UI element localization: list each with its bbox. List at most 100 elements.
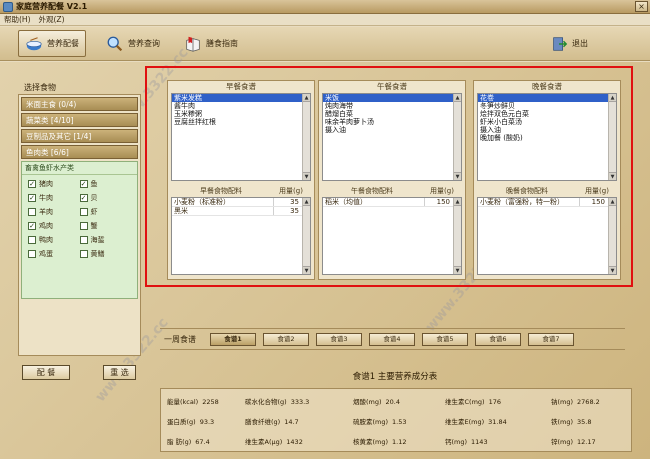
scroll-up-icon[interactable]: ▲ (303, 198, 310, 206)
scroll-down-icon[interactable]: ▼ (609, 172, 616, 180)
lunch-ing-scrollbar[interactable]: ▲ ▼ (453, 198, 461, 274)
nutrition-query-button[interactable]: 营养查询 (100, 30, 166, 57)
lunch-list[interactable]: 米饭 炖肉海带 醋熘白菜 味余羊肉萝卜汤 摄入油 ▲ ▼ (322, 93, 462, 181)
meat-checkbox-item[interactable]: 鸭肉 (28, 235, 80, 245)
dinner-list[interactable]: 花卷 冬笋炒鲜贝 烩拌双色元白菜 虾米小白菜汤 摄入油 晚加餐 (酸奶) ▲ ▼ (477, 93, 617, 181)
reselect-button[interactable]: 重 选 (103, 365, 136, 380)
meal-menus: 早餐食谱 紫米发糕 酱牛肉 玉米糁粥 豆腐丝拌红根 ▲ ▼ 早餐食物配料 用量(g… (145, 71, 633, 293)
tab-menu-2[interactable]: 食谱2 (263, 332, 309, 346)
meat-subgroup: 畜禽鱼虾水产类 ✓ 猪肉 ✓ 鱼 ✓ 牛肉 ✓ 贝 羊肉 虾 ✓ 鸡肉 蟹 鸭肉 海蜇 鸡… (21, 161, 138, 299)
meat-checkbox-item[interactable]: 黄鳝 (79, 249, 132, 259)
menu-help[interactable]: 帮助(H) (4, 14, 31, 25)
meat-checkbox-item[interactable]: ✓ 贝 (79, 193, 132, 203)
lunch-ing-title: 午餐食物配料 (351, 187, 393, 195)
list-item[interactable]: 晚加餐 (酸奶) (478, 134, 616, 142)
dinner-qty-title: 用量(g) (585, 187, 609, 195)
list-item[interactable]: 摄入油 (323, 126, 461, 134)
scroll-down-icon[interactable]: ▼ (609, 266, 616, 274)
nutrition-config-button[interactable]: 营养配餐 (18, 30, 86, 57)
nutrition-table: 能量(kcal) 2258 碳水化合物(g) 333.3 烟酸(mg) 20.4 维生… (160, 388, 632, 452)
table-row[interactable]: 小麦粉（标准粉） 35 (172, 198, 302, 207)
title-bar: 家庭营养配餐 V2.1 × (0, 0, 650, 14)
tab-menu-1[interactable]: 食谱1 (210, 332, 256, 346)
meat-checkbox-item[interactable]: 虾 (79, 207, 132, 217)
meat-checkbox-item[interactable]: 羊肉 (28, 207, 80, 217)
nutrition-query-label: 营养查询 (128, 39, 160, 48)
dinner-ingredients[interactable]: 小麦粉（富强粉，特一粉） 150 ▲ ▼ (477, 197, 617, 275)
config-meal-button[interactable]: 配 餐 (22, 365, 70, 380)
scroll-down-icon[interactable]: ▼ (454, 266, 461, 274)
list-item[interactable]: 醋熘白菜 (323, 110, 461, 118)
list-item[interactable]: 炖肉海带 (323, 102, 461, 110)
diet-guide-label: 膳食指南 (206, 39, 238, 48)
close-button[interactable]: × (635, 1, 648, 12)
list-item[interactable]: 摄入油 (478, 126, 616, 134)
meat-subgroup-title: 畜禽鱼虾水产类 (22, 162, 137, 175)
nutrition-title: 食谱1 主要营养成分表 (352, 372, 438, 382)
scroll-up-icon[interactable]: ▲ (609, 198, 616, 206)
tab-menu-7[interactable]: 食谱7 (528, 332, 574, 346)
list-item[interactable]: 冬笋炒鲜贝 (478, 102, 616, 110)
book-icon (186, 36, 200, 52)
main-area: www.3322.cc www.3322.cc www.3322.cc www.… (0, 45, 650, 459)
dinner-panel: 晚餐食谱 花卷 冬笋炒鲜贝 烩拌双色元白菜 虾米小白菜汤 摄入油 晚加餐 (酸奶… (473, 80, 621, 280)
table-row[interactable]: 小麦粉（富强粉，特一粉） 150 (478, 198, 608, 207)
table-row[interactable]: 黑米 35 (172, 207, 302, 216)
dinner-title: 晚餐食谱 (532, 82, 562, 91)
food-category-panel: 米面主食 (0/4) 蔬菜类 [4/10] 豆制品及其它 [1/4] 鱼肉类 [… (18, 94, 141, 356)
dinner-scrollbar[interactable]: ▲ ▼ (608, 94, 616, 180)
lunch-ingredients[interactable]: 稻米（均值） 150 ▲ ▼ (322, 197, 462, 275)
category-meat-fish[interactable]: 鱼肉类 [6/6] (21, 145, 138, 159)
table-row[interactable]: 稻米（均值） 150 (323, 198, 453, 207)
breakfast-ingredients[interactable]: 小麦粉（标准粉） 35 黑米 35 ▲ ▼ (171, 197, 311, 275)
tab-menu-5[interactable]: 食谱5 (422, 332, 468, 346)
select-food-heading: 选择食物 (24, 83, 56, 92)
lunch-scrollbar[interactable]: ▲ ▼ (453, 94, 461, 180)
menu-appearance[interactable]: 外观(Z) (39, 14, 65, 25)
meat-checkbox-item[interactable]: ✓ 鱼 (79, 179, 132, 189)
exit-button[interactable]: 退出 (544, 30, 594, 57)
table-row: 脂 肪(g) 67.4 维生素A(μg) 1432 核黄素(mg) 1.12 钙(mg… (167, 437, 596, 446)
meat-checkbox-item[interactable]: 蟹 (79, 221, 132, 231)
list-item[interactable]: 玉米糁粥 (172, 110, 310, 118)
category-staple[interactable]: 米面主食 (0/4) (21, 97, 138, 111)
breakfast-scrollbar[interactable]: ▲ ▼ (302, 94, 310, 180)
list-item[interactable]: 米饭 (323, 94, 461, 102)
meat-checkbox-item[interactable]: 鸡蛋 (28, 249, 80, 259)
week-menu-bar: 一周食谱 食谱1 食谱2 食谱3 食谱4 食谱5 食谱6 食谱7 (160, 328, 625, 350)
scroll-down-icon[interactable]: ▼ (303, 172, 310, 180)
meat-checkbox-item[interactable]: 海蜇 (79, 235, 132, 245)
meat-checkbox-item[interactable]: ✓ 猪肉 (28, 179, 80, 189)
list-item[interactable]: 虾米小白菜汤 (478, 118, 616, 126)
breakfast-panel: 早餐食谱 紫米发糕 酱牛肉 玉米糁粥 豆腐丝拌红根 ▲ ▼ 早餐食物配料 用量(g… (167, 80, 315, 280)
list-item[interactable]: 紫米发糕 (172, 94, 310, 102)
tab-menu-4[interactable]: 食谱4 (369, 332, 415, 346)
scroll-up-icon[interactable]: ▲ (609, 94, 616, 102)
scroll-down-icon[interactable]: ▼ (454, 172, 461, 180)
list-item[interactable]: 花卷 (478, 94, 616, 102)
dinner-ing-scrollbar[interactable]: ▲ ▼ (608, 198, 616, 274)
menu-bar: 帮助(H) 外观(Z) (0, 14, 650, 26)
breakfast-list[interactable]: 紫米发糕 酱牛肉 玉米糁粥 豆腐丝拌红根 ▲ ▼ (171, 93, 311, 181)
scroll-up-icon[interactable]: ▲ (303, 94, 310, 102)
app-icon (3, 1, 13, 12)
meat-checkbox-item[interactable]: ✓ 鸡肉 (28, 221, 80, 231)
list-item[interactable]: 烩拌双色元白菜 (478, 110, 616, 118)
meat-checkbox-item[interactable]: ✓ 牛肉 (28, 193, 80, 203)
scroll-up-icon[interactable]: ▲ (454, 198, 461, 206)
diet-guide-button[interactable]: 膳食指南 (178, 30, 244, 57)
exit-label: 退出 (572, 39, 588, 48)
lunch-panel: 午餐食谱 米饭 炖肉海带 醋熘白菜 味余羊肉萝卜汤 摄入油 ▲ ▼ 午餐食物配料 … (318, 80, 466, 280)
list-item[interactable]: 酱牛肉 (172, 102, 310, 110)
tab-menu-3[interactable]: 食谱3 (316, 332, 362, 346)
category-bean[interactable]: 豆制品及其它 [1/4] (21, 129, 138, 143)
category-vegetable[interactable]: 蔬菜类 [4/10] (21, 113, 138, 127)
scroll-up-icon[interactable]: ▲ (454, 94, 461, 102)
scroll-down-icon[interactable]: ▼ (303, 266, 310, 274)
table-row: 能量(kcal) 2258 碳水化合物(g) 333.3 烟酸(mg) 20.4 维生… (167, 397, 600, 406)
magnifier-icon (107, 36, 123, 52)
list-item[interactable]: 味余羊肉萝卜汤 (323, 118, 461, 126)
tab-menu-6[interactable]: 食谱6 (475, 332, 521, 346)
list-item[interactable]: 豆腐丝拌红根 (172, 118, 310, 126)
breakfast-ing-scrollbar[interactable]: ▲ ▼ (302, 198, 310, 274)
